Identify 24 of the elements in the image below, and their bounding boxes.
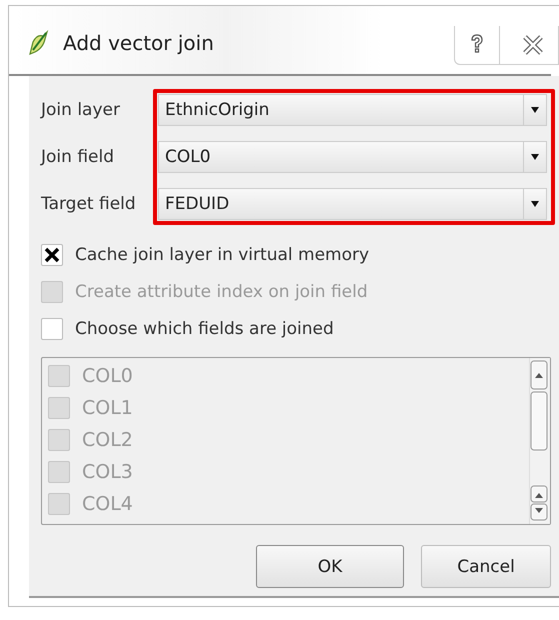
dropdown[interactable]: FEDUID	[158, 188, 547, 220]
field-name: COL1	[82, 396, 133, 420]
checkbox[interactable]	[41, 318, 63, 340]
field-label: Join field	[41, 147, 115, 167]
field-name: COL2	[82, 428, 133, 452]
dialog-button[interactable]: OK	[256, 545, 404, 588]
dialog-button[interactable]: Cancel	[421, 545, 551, 588]
field-name: COL4	[82, 492, 133, 516]
dropdown[interactable]: EthnicOrigin	[158, 94, 547, 126]
field-name: COL3	[82, 460, 133, 484]
field-label: Join layer	[41, 100, 121, 120]
checkbox[interactable]	[41, 244, 63, 266]
window-title: Add vector join	[63, 31, 214, 55]
app-logo-icon	[27, 30, 49, 56]
close-icon	[522, 34, 544, 56]
caret-icon	[531, 107, 539, 113]
checkbox-label: Choose which fields are joined	[75, 318, 334, 338]
dropdown[interactable]: COL0	[158, 141, 547, 173]
checkbox-label: Cache join layer in virtual memory	[75, 244, 370, 264]
caret-icon	[531, 201, 539, 207]
caret-icon	[531, 154, 539, 160]
checkbox-label: Create attribute index on join field	[75, 282, 368, 302]
field-name: COL0	[82, 364, 133, 388]
field-label: Target field	[41, 194, 137, 214]
